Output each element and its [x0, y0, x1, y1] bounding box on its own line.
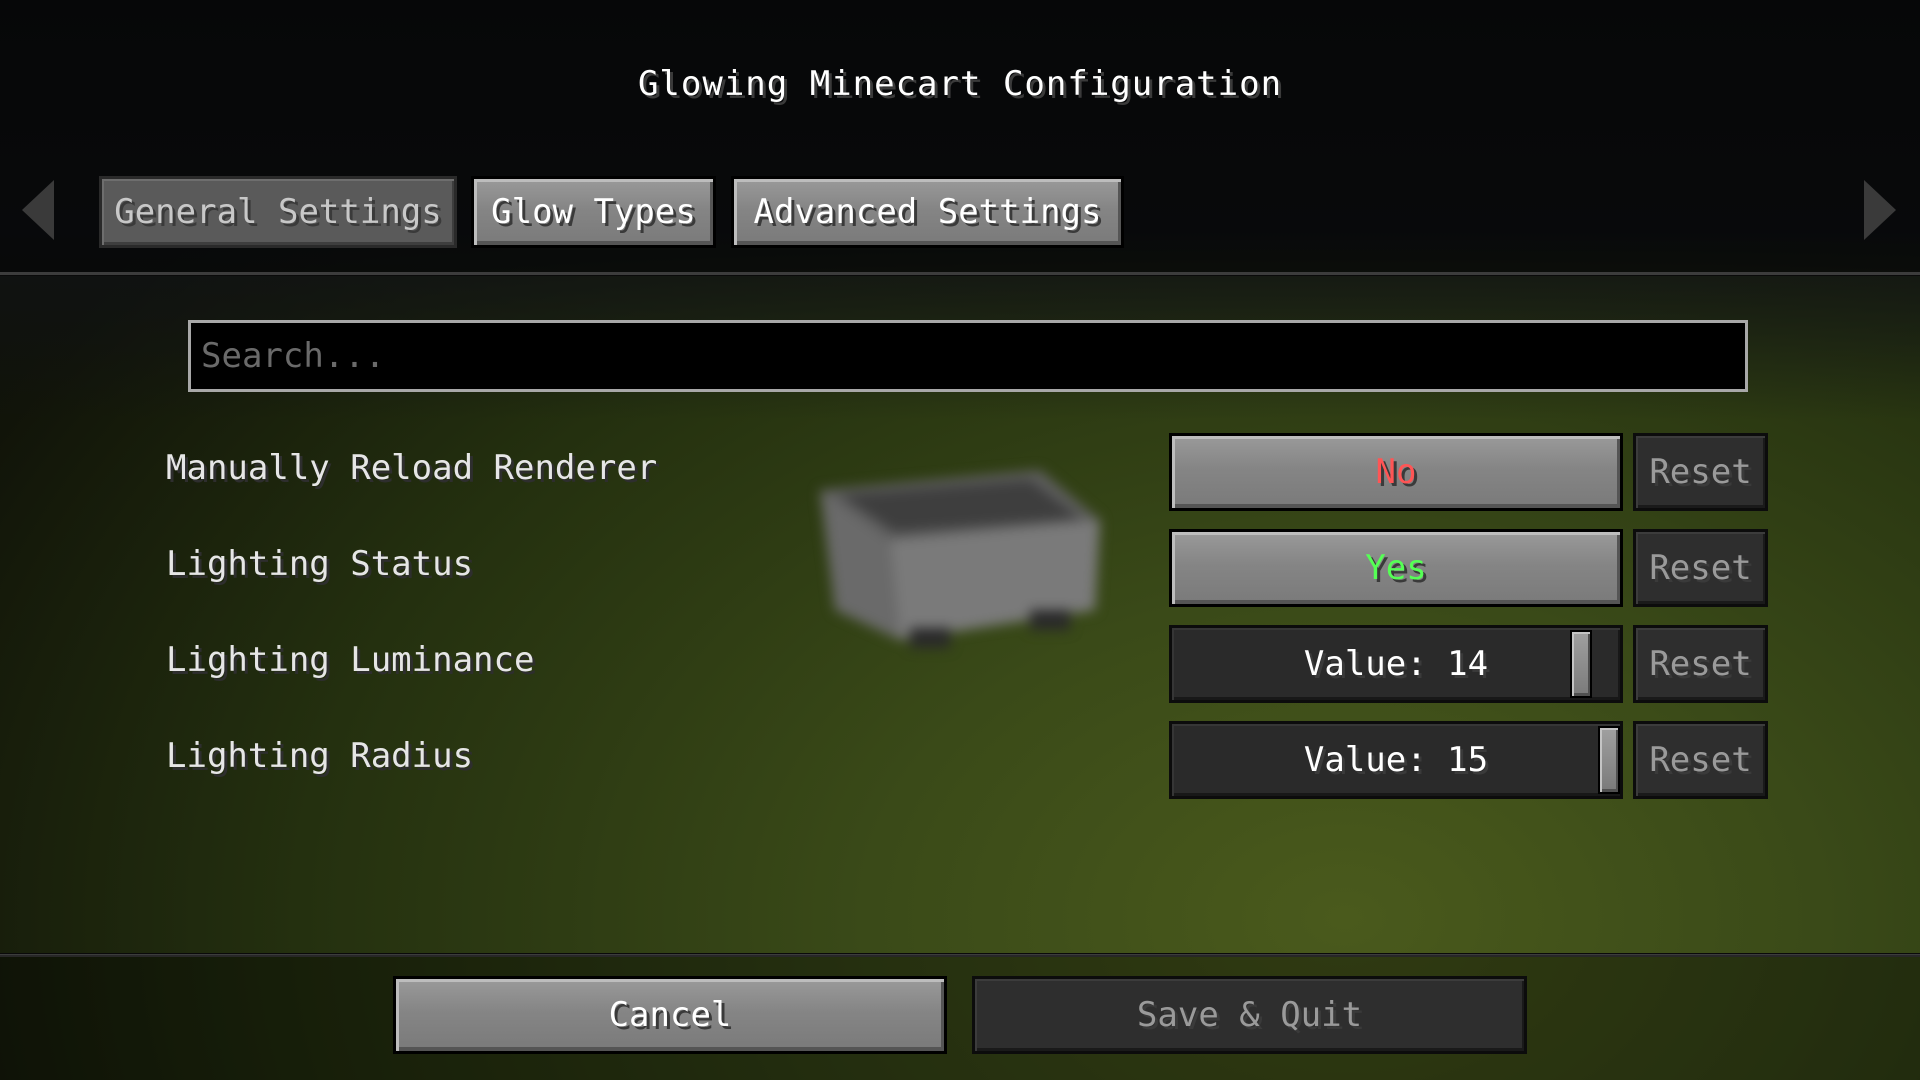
tab-general-settings[interactable]: General Settings [99, 176, 457, 248]
save-label: Save & Quit [1136, 995, 1363, 1035]
toggle-lighting-status[interactable]: Yes [1169, 529, 1623, 607]
slider-handle[interactable] [1570, 630, 1592, 698]
screen-title: Glowing Minecart Configuration [637, 64, 1283, 104]
reset-label: Reset [1649, 644, 1752, 684]
tab-glow-types[interactable]: Glow Types [471, 176, 716, 248]
reset-button[interactable]: Reset [1633, 625, 1768, 703]
cancel-label: Cancel [608, 995, 732, 1035]
tab-label: General Settings [114, 192, 442, 232]
option-label-lighting-radius: Lighting Radius [166, 736, 474, 776]
reset-button[interactable]: Reset [1633, 433, 1768, 511]
reset-button[interactable]: Reset [1633, 529, 1768, 607]
game-screen: Glowing Minecart Configuration General S… [0, 0, 1920, 1080]
slider-handle[interactable] [1598, 726, 1620, 794]
slider-value: Value: 15 [1303, 740, 1489, 780]
tab-label: Advanced Settings [753, 192, 1102, 232]
arrow-right-icon[interactable] [1864, 180, 1896, 240]
option-label-manually-reload-renderer: Manually Reload Renderer [166, 448, 658, 488]
search-input[interactable] [188, 320, 1748, 392]
tab-advanced-settings[interactable]: Advanced Settings [731, 176, 1124, 248]
slider-value: Value: 14 [1303, 644, 1489, 684]
reset-button[interactable]: Reset [1633, 721, 1768, 799]
cancel-button[interactable]: Cancel [393, 976, 947, 1054]
toggle-value: No [1375, 452, 1417, 492]
slider-lighting-radius[interactable]: Value: 15 [1169, 721, 1623, 799]
reset-label: Reset [1649, 548, 1752, 588]
tab-label: Glow Types [491, 192, 696, 232]
toggle-manually-reload-renderer[interactable]: No [1169, 433, 1623, 511]
footer-band [0, 955, 1920, 1080]
reset-label: Reset [1649, 740, 1752, 780]
reset-label: Reset [1649, 452, 1752, 492]
header-divider [0, 272, 1920, 276]
minecart-preview [820, 470, 1100, 648]
option-label-lighting-status: Lighting Status [166, 544, 474, 584]
slider-lighting-luminance[interactable]: Value: 14 [1169, 625, 1623, 703]
option-label-lighting-luminance: Lighting Luminance [166, 640, 535, 680]
toggle-value: Yes [1365, 548, 1427, 588]
arrow-left-icon[interactable] [22, 180, 54, 240]
save-and-quit-button[interactable]: Save & Quit [972, 976, 1527, 1054]
